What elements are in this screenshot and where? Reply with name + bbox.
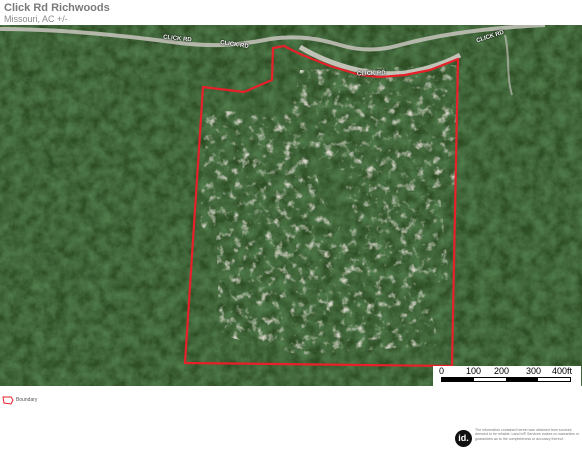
scale-label: 0 bbox=[439, 366, 445, 376]
map-subtitle: Missouri, AC +/- bbox=[4, 14, 68, 24]
boundary-legend-icon bbox=[2, 396, 14, 405]
legend-label: Boundary bbox=[16, 397, 38, 403]
scale-label: 200 bbox=[494, 366, 510, 376]
landid-logo: id. bbox=[455, 430, 472, 447]
scale-label: 100 bbox=[466, 366, 482, 376]
satellite-map[interactable]: CLICK RD CLICK RD CLICK RD CLICK RD bbox=[0, 25, 582, 386]
scale-label: 400ft bbox=[552, 366, 573, 376]
scale-bar-graphic bbox=[441, 377, 571, 382]
disclaimer-text: The information contained herein was obt… bbox=[475, 428, 580, 441]
satellite-imagery bbox=[0, 25, 582, 386]
map-title: Click Rd Richwoods bbox=[4, 2, 110, 14]
road-label: CLICK RD bbox=[356, 70, 386, 78]
scale-label: 300 bbox=[526, 366, 542, 376]
scale-bar: 0 100 200 300 400ft bbox=[433, 366, 581, 386]
